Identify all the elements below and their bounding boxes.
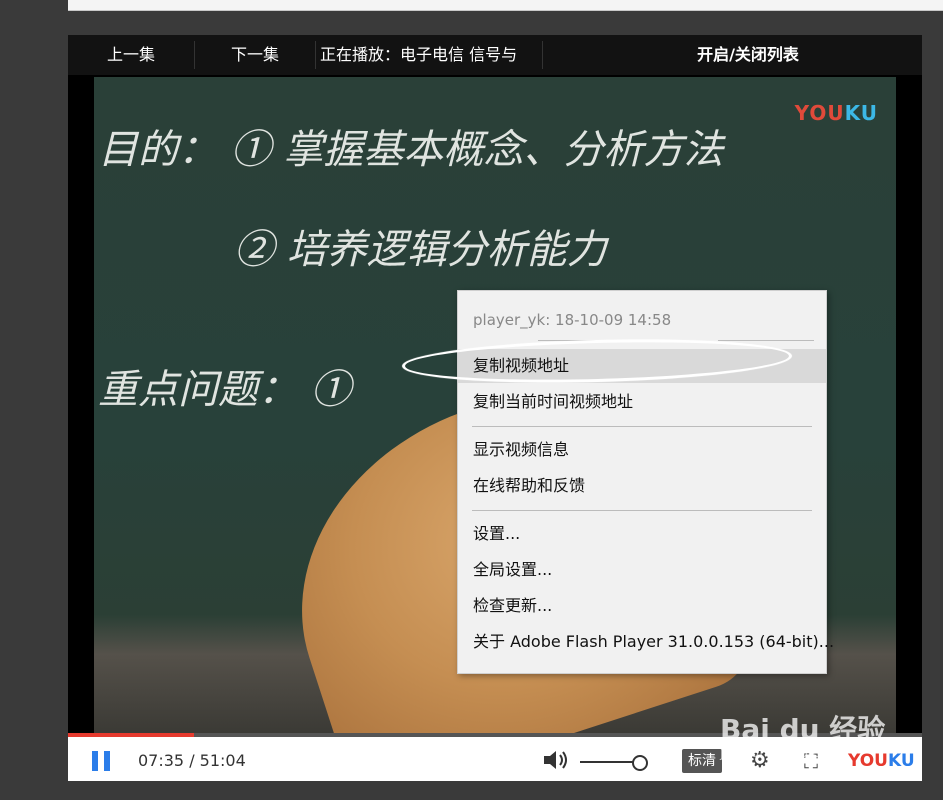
now-playing-title: 正在播放：电子电信 信号与 xyxy=(320,45,518,64)
about-flash-item[interactable]: 关于 Adobe Flash Player 31.0.0.153 (64-bit… xyxy=(458,625,834,659)
volume-slider-knob[interactable] xyxy=(632,755,648,771)
browser-top-area xyxy=(0,0,943,18)
copy-timed-url-item[interactable]: 复制当前时间视频地址 xyxy=(458,385,826,419)
board-text-line-2: ② 培养逻辑分析能力 xyxy=(234,227,607,273)
nav-divider xyxy=(315,41,316,69)
settings-item[interactable]: 设置... xyxy=(458,517,826,551)
next-episode-button[interactable]: 下一集 xyxy=(195,35,315,75)
youku-video-logo: YOUKU xyxy=(794,101,878,125)
baidu-watermark: Bai du 经验 jingyan.baidu.com xyxy=(720,713,886,761)
pause-icon[interactable] xyxy=(92,751,110,771)
episode-nav-bar: 上一集 下一集 正在播放：电子电信 信号与 开启/关闭列表 xyxy=(68,35,922,75)
menu-divider xyxy=(472,510,812,511)
menu-divider xyxy=(472,426,812,427)
show-video-info-item[interactable]: 显示视频信息 xyxy=(458,433,826,467)
playlist-toggle-button[interactable]: 开启/关闭列表 xyxy=(543,35,943,75)
global-settings-item[interactable]: 全局设置... xyxy=(458,553,826,587)
quality-button[interactable]: 标清 xyxy=(682,749,722,773)
board-text-line-3: 重点问题： ① xyxy=(98,367,351,413)
check-updates-item[interactable]: 检查更新... xyxy=(458,589,826,623)
page-strip xyxy=(68,0,943,11)
prev-episode-button[interactable]: 上一集 xyxy=(68,35,194,75)
time-display: 07:35 / 51:04 xyxy=(138,751,246,770)
board-text-line-1: 目的： ① 掌握基本概念、分析方法 xyxy=(98,127,724,173)
online-help-item[interactable]: 在线帮助和反馈 xyxy=(458,469,826,503)
volume-icon[interactable] xyxy=(542,749,570,771)
player-version-label: player_yk: 18-10-09 14:58 xyxy=(473,311,672,329)
